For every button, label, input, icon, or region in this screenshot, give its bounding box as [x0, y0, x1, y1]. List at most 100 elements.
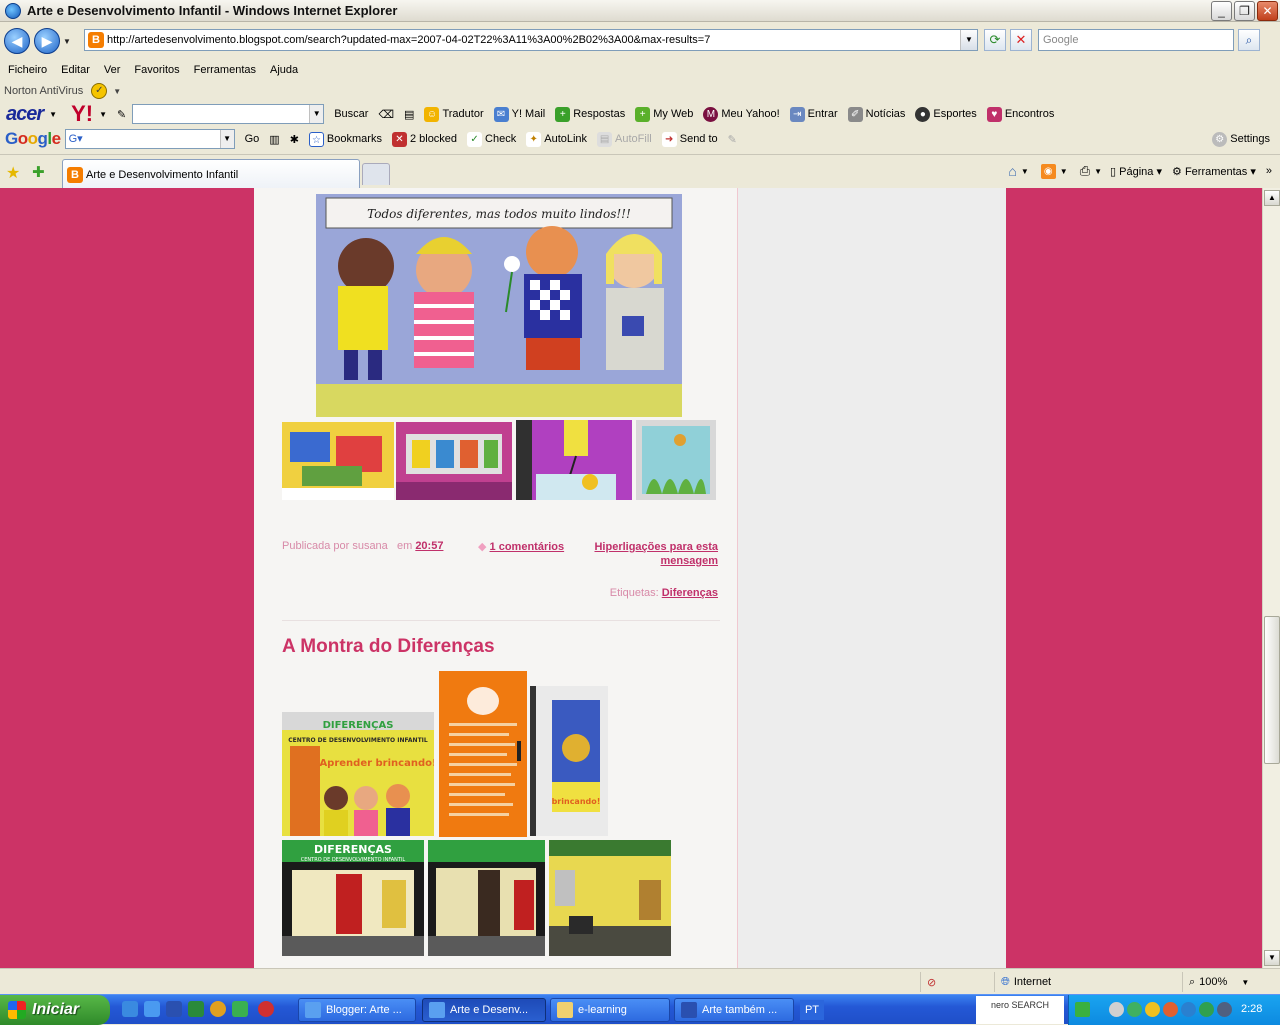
- address-dropdown-icon[interactable]: ▼: [960, 30, 977, 50]
- post-time-link[interactable]: 20:57: [415, 540, 443, 552]
- stop-button[interactable]: ✕: [1010, 29, 1032, 51]
- go-button[interactable]: Go: [245, 133, 260, 145]
- label-link-diferencas[interactable]: Diferenças: [662, 587, 718, 599]
- minimize-button[interactable]: _: [1211, 1, 1232, 21]
- nero-search-box[interactable]: nero SEARCH: [976, 996, 1064, 1024]
- thumbnail-1[interactable]: [282, 422, 394, 500]
- shop-window-photo-1[interactable]: DIFERENÇAS CENTRO DE DESENVOLVIMENTO INF…: [282, 712, 434, 836]
- start-button[interactable]: Iniciar: [0, 995, 110, 1025]
- buscar-button[interactable]: Buscar: [334, 108, 368, 120]
- post-title[interactable]: A Montra do Diferenças: [282, 636, 495, 658]
- yahoo-search-input[interactable]: ▼: [132, 104, 325, 124]
- search-button[interactable]: ⌕: [1238, 29, 1260, 51]
- zoom-dropdown-icon[interactable]: ▼: [1241, 978, 1249, 987]
- tradutor-button[interactable]: ☺ Tradutor: [424, 106, 484, 122]
- shop-window-photo-3[interactable]: [428, 840, 545, 956]
- meuyahoo-button[interactable]: M Meu Yahoo!: [703, 106, 780, 122]
- thumbnail-3[interactable]: [516, 420, 632, 500]
- tools-menu-button[interactable]: ⚙ Ferramentas ▾: [1172, 165, 1256, 178]
- feeds-dropdown-icon[interactable]: ▼: [1060, 167, 1068, 176]
- address-bar[interactable]: B http://artedesenvolvimento.blogspot.co…: [84, 29, 978, 51]
- post-image-large[interactable]: Todos diferentes, mas todos muito lindos…: [316, 194, 682, 417]
- popup-status[interactable]: ⊘: [920, 972, 990, 992]
- poster-photo[interactable]: [439, 671, 527, 837]
- quicklaunch-word-icon[interactable]: [166, 1001, 182, 1017]
- restore-button[interactable]: ❐: [1234, 1, 1255, 21]
- noticias-button[interactable]: ✐ Notícias: [847, 106, 905, 122]
- close-button[interactable]: ✕: [1257, 1, 1278, 21]
- print-icon[interactable]: ⎙: [1080, 163, 1090, 179]
- encontros-button[interactable]: ♥ Encontros: [986, 106, 1054, 122]
- google-search-dropdown-icon[interactable]: ▼: [219, 130, 234, 148]
- entrar-button[interactable]: ⇥ Entrar: [789, 106, 838, 122]
- thumbnail-2[interactable]: [396, 422, 512, 500]
- zoom-control[interactable]: ⌕ 100% ▼: [1182, 972, 1276, 992]
- pagerank-icon[interactable]: ▥: [269, 133, 279, 146]
- menu-favoritos[interactable]: Favoritos: [134, 64, 179, 76]
- tray-chevron-icon[interactable]: [1109, 1002, 1124, 1017]
- yahoo-logo[interactable]: Y!: [71, 101, 93, 127]
- menu-editar[interactable]: Editar: [61, 64, 90, 76]
- puzzle-icon[interactable]: ✱: [290, 133, 299, 146]
- quicklaunch-browser-icon[interactable]: [144, 1001, 160, 1017]
- scroll-up-icon[interactable]: ▲: [1264, 190, 1280, 206]
- new-tab-button[interactable]: [362, 163, 390, 185]
- history-dropdown-icon[interactable]: ▼: [63, 37, 73, 46]
- spellcheck-button[interactable]: ✓ Check: [467, 131, 516, 147]
- shop-window-photo-4[interactable]: [549, 840, 671, 956]
- tray-monitor-icon[interactable]: [1181, 1002, 1196, 1017]
- search-input[interactable]: Google: [1038, 29, 1234, 51]
- favorites-star-icon[interactable]: ★: [6, 163, 20, 183]
- print-dropdown-icon[interactable]: ▼: [1094, 167, 1102, 176]
- autofill-button[interactable]: ▤ AutoFill: [597, 131, 652, 147]
- esportes-button[interactable]: ● Esportes: [915, 106, 977, 122]
- quicklaunch-media-icon[interactable]: [210, 1001, 226, 1017]
- vertical-scrollbar[interactable]: ▲ ▼: [1262, 188, 1280, 968]
- respostas-button[interactable]: + Respostas: [555, 106, 625, 122]
- menu-ajuda[interactable]: Ajuda: [270, 64, 298, 76]
- yahoo-search-dropdown-icon[interactable]: ▼: [309, 105, 324, 123]
- acer-dropdown-icon[interactable]: ▼: [49, 110, 57, 119]
- forward-button[interactable]: ▶: [34, 28, 60, 54]
- tray-sync-icon[interactable]: [1199, 1002, 1214, 1017]
- comments-link[interactable]: 1 comentários: [490, 541, 565, 553]
- language-indicator[interactable]: PT: [800, 1000, 824, 1020]
- tray-arrow-icon[interactable]: [1075, 1002, 1090, 1017]
- pencil-icon[interactable]: ✎: [117, 108, 126, 121]
- myweb-button[interactable]: + My Web: [635, 106, 693, 122]
- backlinks-link[interactable]: Hiperligações para esta mensagem: [594, 541, 718, 567]
- menu-ficheiro[interactable]: Ficheiro: [8, 64, 47, 76]
- norton-dropdown-icon[interactable]: ▼: [113, 87, 121, 96]
- yahoo-dropdown-icon[interactable]: ▼: [99, 110, 107, 119]
- tray-norton-icon[interactable]: [1145, 1002, 1160, 1017]
- mail-button[interactable]: ✉ Y! Mail: [493, 106, 545, 122]
- menu-ferramentas[interactable]: Ferramentas: [194, 64, 256, 76]
- scroll-thumb[interactable]: [1264, 616, 1280, 764]
- tray-app-icon[interactable]: [1163, 1002, 1178, 1017]
- home-icon[interactable]: ⌂: [1008, 163, 1016, 179]
- back-button[interactable]: ◀: [4, 28, 30, 54]
- scroll-down-icon[interactable]: ▼: [1264, 950, 1280, 966]
- shop-window-photo-2[interactable]: DIFERENÇAS CENTRO DE DESENVOLVIMENTO INF…: [282, 840, 424, 956]
- eraser-icon[interactable]: ⌫: [378, 108, 394, 121]
- highlight-icon[interactable]: ▤: [404, 108, 414, 121]
- menu-ver[interactable]: Ver: [104, 64, 121, 76]
- settings-button[interactable]: ⚙ Settings: [1212, 131, 1270, 147]
- thumbnail-4[interactable]: [636, 420, 716, 500]
- task-elearning[interactable]: e-learning: [550, 998, 670, 1022]
- page-menu-button[interactable]: ▯ Página ▾: [1110, 165, 1162, 178]
- refresh-button[interactable]: ⟳: [984, 29, 1006, 51]
- tray-device-icon[interactable]: [1217, 1002, 1232, 1017]
- quicklaunch-excel-icon[interactable]: [188, 1001, 204, 1017]
- clock[interactable]: 2:28: [1241, 1003, 1262, 1015]
- autolink-button[interactable]: ✦ AutoLink: [526, 131, 587, 147]
- sendto-button[interactable]: ➜ Send to: [661, 131, 718, 147]
- tab-arte-desenvolvimento[interactable]: B Arte e Desenvolvimento Infantil: [62, 159, 360, 189]
- norton-icon[interactable]: ✓: [91, 83, 108, 99]
- tray-network-icon[interactable]: [1127, 1002, 1142, 1017]
- google-search-input[interactable]: G▾ ▼: [64, 129, 235, 149]
- bookmarks-button[interactable]: ☆ Bookmarks: [308, 131, 382, 147]
- popup-blocker-button[interactable]: ✕ 2 blocked: [391, 131, 457, 147]
- quicklaunch-ie-icon[interactable]: [122, 1001, 138, 1017]
- task-word[interactable]: Arte também ...: [674, 998, 794, 1022]
